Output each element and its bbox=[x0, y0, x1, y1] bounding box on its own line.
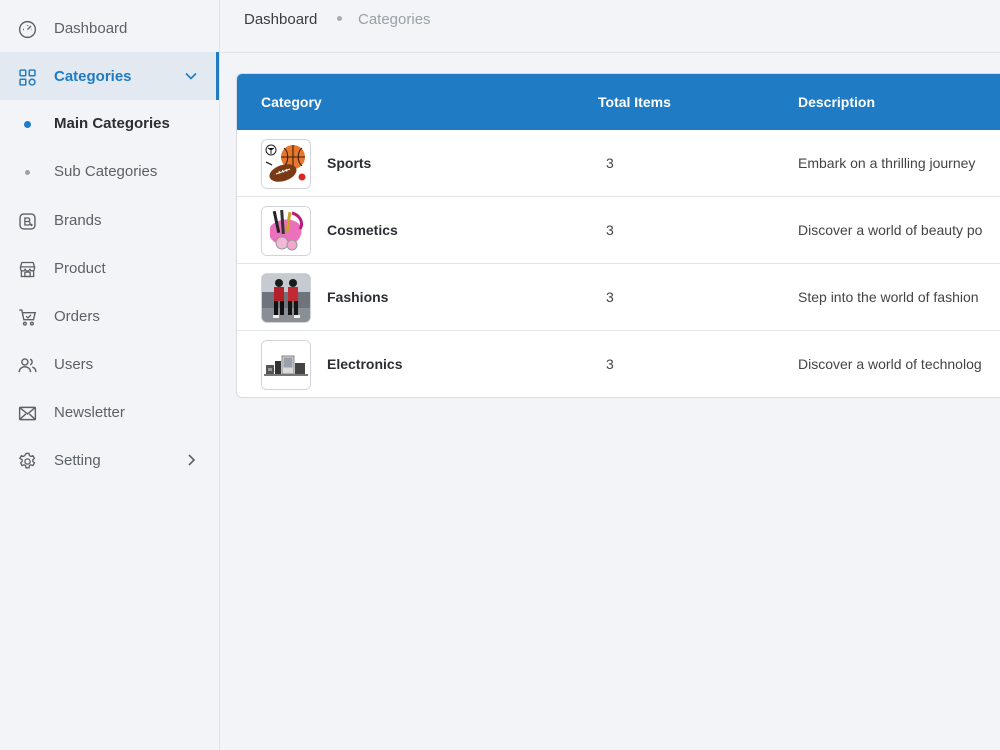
breadcrumb-current: Categories bbox=[358, 11, 431, 28]
cart-icon bbox=[16, 306, 38, 328]
sidebar-item-label: Setting bbox=[54, 451, 101, 469]
table-row[interactable]: Fashions 3 Step into the world of fashio… bbox=[237, 264, 1000, 331]
table-row[interactable]: Electronics 3 Discover a world of techno… bbox=[237, 331, 1000, 397]
sidebar-item-brands[interactable]: Brands bbox=[0, 196, 219, 244]
sidebar-item-label: Product bbox=[54, 259, 106, 277]
breadcrumb-home-link[interactable]: Dashboard bbox=[244, 11, 317, 28]
table-row[interactable]: Sports 3 Embark on a thrilling journey bbox=[237, 130, 1000, 197]
category-total-items: 3 bbox=[606, 356, 614, 372]
sidebar-item-label: Brands bbox=[54, 211, 102, 229]
sidebar-item-product[interactable]: Product bbox=[0, 244, 219, 292]
category-name: Sports bbox=[327, 155, 372, 171]
sports-image bbox=[261, 139, 311, 189]
sidebar: Dashboard Categories Main Categories Sub… bbox=[0, 0, 220, 750]
category-total-items: 3 bbox=[606, 289, 614, 305]
sidebar-item-categories[interactable]: Categories bbox=[0, 52, 219, 100]
cosmetics-image bbox=[261, 206, 311, 256]
sidebar-item-orders[interactable]: Orders bbox=[0, 292, 219, 340]
sidebar-subitem-label: Main Categories bbox=[54, 115, 170, 132]
bullet-icon bbox=[25, 170, 30, 175]
category-total-items: 3 bbox=[606, 155, 614, 171]
breadcrumb-separator bbox=[337, 16, 342, 21]
chevron-down-icon[interactable] bbox=[183, 68, 199, 84]
sidebar-item-dashboard[interactable]: Dashboard bbox=[0, 4, 219, 52]
dashboard-icon bbox=[16, 18, 38, 40]
sidebar-item-setting[interactable]: Setting bbox=[0, 436, 219, 484]
sidebar-item-newsletter[interactable]: Newsletter bbox=[0, 388, 219, 436]
categories-table: Category Total Items Description Sports … bbox=[236, 73, 1000, 398]
sidebar-item-label: Orders bbox=[54, 307, 100, 325]
category-total-items: 3 bbox=[606, 222, 614, 238]
chevron-right-icon[interactable] bbox=[183, 452, 199, 468]
sidebar-item-label: Dashboard bbox=[54, 19, 128, 37]
grid-icon bbox=[16, 66, 38, 88]
column-header-category[interactable]: Category bbox=[261, 94, 322, 110]
sidebar-item-label: Categories bbox=[54, 67, 132, 85]
column-header-description[interactable]: Description bbox=[798, 94, 875, 110]
sidebar-item-label: Users bbox=[54, 355, 94, 373]
fashion-image bbox=[261, 273, 311, 323]
column-header-total-items[interactable]: Total Items bbox=[598, 94, 671, 110]
sidebar-item-label: Newsletter bbox=[54, 403, 125, 421]
category-name: Fashions bbox=[327, 289, 389, 305]
sidebar-subitem-main-categories[interactable]: Main Categories bbox=[0, 100, 219, 148]
sidebar-subitem-label: Sub Categories bbox=[54, 163, 158, 180]
table-header: Category Total Items Description bbox=[237, 74, 1000, 130]
category-description: Discover a world of technolog bbox=[798, 356, 982, 372]
category-description: Embark on a thrilling journey bbox=[798, 155, 976, 171]
store-icon bbox=[16, 258, 38, 280]
breadcrumb: Dashboard Categories bbox=[220, 0, 1000, 53]
table-row[interactable]: Cosmetics 3 Discover a world of beauty p… bbox=[237, 197, 1000, 264]
users-icon bbox=[16, 354, 38, 376]
category-name: Cosmetics bbox=[327, 222, 398, 238]
category-description: Step into the world of fashion bbox=[798, 289, 979, 305]
electronics-image bbox=[261, 340, 311, 390]
sidebar-subitem-sub-categories[interactable]: Sub Categories bbox=[0, 148, 219, 196]
gear-icon bbox=[16, 450, 38, 472]
bullet-icon bbox=[24, 121, 31, 128]
mail-icon bbox=[16, 402, 38, 424]
brand-icon bbox=[16, 210, 38, 232]
sidebar-item-users[interactable]: Users bbox=[0, 340, 219, 388]
category-description: Discover a world of beauty po bbox=[798, 222, 983, 238]
category-name: Electronics bbox=[327, 356, 403, 372]
